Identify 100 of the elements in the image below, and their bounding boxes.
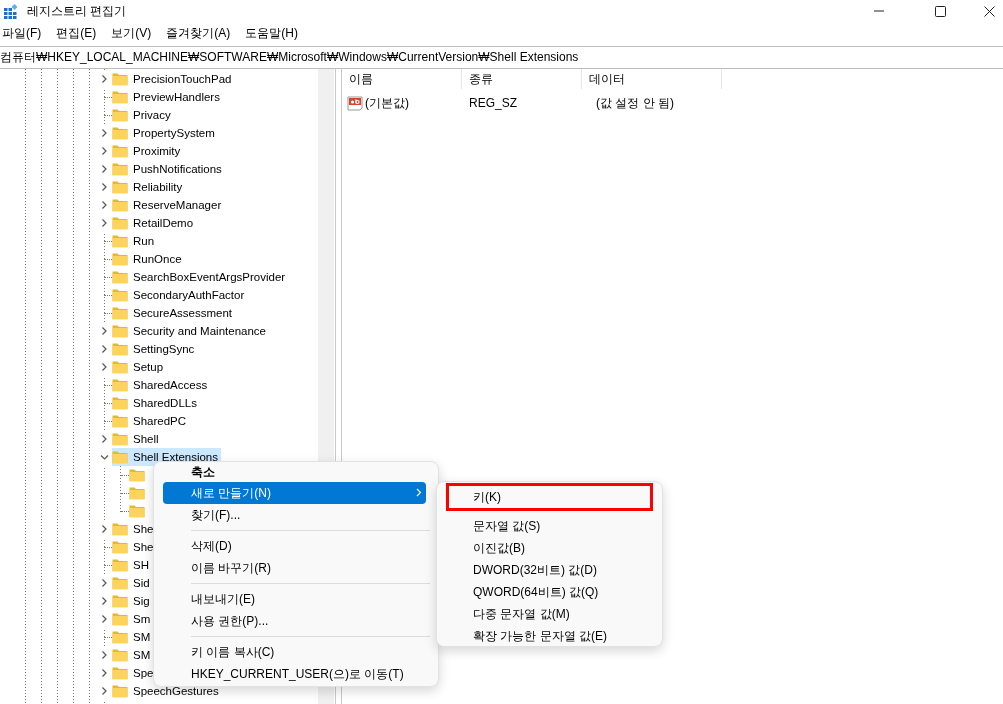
tree-item[interactable]: SecureAssessment <box>112 304 236 322</box>
tree-item[interactable]: Reliability <box>112 178 186 196</box>
folder-icon <box>112 234 128 248</box>
tree-item[interactable]: Setup <box>112 358 167 376</box>
tree-item[interactable]: SharedPC <box>112 412 190 430</box>
folder-icon <box>112 216 128 230</box>
tree-item[interactable]: Run <box>112 232 158 250</box>
menu-item[interactable]: 다중 문자열 값(M) <box>446 603 653 625</box>
tree-item[interactable]: Sig <box>112 592 153 610</box>
menu-item[interactable]: 삭제(D) <box>163 535 426 557</box>
tree-item[interactable]: She <box>112 520 157 538</box>
menu-item[interactable]: DWORD(32비트) 값(D) <box>446 559 653 581</box>
menu-item[interactable]: 이름 바꾸기(R) <box>163 557 426 579</box>
tree-item[interactable]: SearchBoxEventArgsProvider <box>112 268 289 286</box>
tree-item[interactable]: Privacy <box>112 106 174 124</box>
tree-item[interactable]: SM <box>112 628 154 646</box>
value-type: REG_SZ <box>468 96 518 110</box>
folder-icon <box>112 342 128 356</box>
folder-icon <box>112 180 128 194</box>
tree-item[interactable]: PushNotifications <box>112 160 225 178</box>
folder-icon <box>112 288 128 302</box>
folder-icon <box>112 162 128 176</box>
menu-item[interactable]: 키(K) <box>449 486 644 508</box>
menu-item[interactable]: HKEY_CURRENT_USER(으)로 이동(T) <box>163 663 426 685</box>
tree-item[interactable]: ReserveManager <box>112 196 225 214</box>
folder-icon <box>112 432 128 446</box>
tree-item[interactable]: Security and Maintenance <box>112 322 269 340</box>
menu-item[interactable]: 즐겨찾기(A) <box>164 24 237 42</box>
folder-icon <box>112 576 128 590</box>
folder-icon <box>112 558 128 572</box>
menu-item[interactable]: 찾기(F)... <box>163 504 426 526</box>
folder-icon <box>112 360 128 374</box>
close-icon[interactable] <box>984 5 995 17</box>
folder-icon <box>112 666 128 680</box>
tree-item[interactable]: SharedDLLs <box>112 394 200 412</box>
folder-icon <box>112 198 128 212</box>
menu-item[interactable]: 사용 권한(P)... <box>163 610 426 632</box>
column-header[interactable]: 종류 <box>462 69 582 89</box>
menu-item[interactable]: 이진값(B) <box>446 537 653 559</box>
app-icon <box>4 3 18 19</box>
menu-item[interactable]: 키 이름 복사(C) <box>163 641 426 663</box>
window-title: 레지스트리 편집기 <box>27 2 127 20</box>
folder-icon <box>129 468 145 482</box>
menu-item[interactable]: 도움말(H) <box>243 24 304 42</box>
folder-icon <box>112 252 128 266</box>
folder-icon <box>112 306 128 320</box>
folder-icon <box>129 504 145 518</box>
tree-item[interactable]: Spe <box>112 664 157 682</box>
folder-icon <box>112 270 128 284</box>
folder-icon <box>112 648 128 662</box>
tree-item[interactable]: SettingSync <box>112 340 198 358</box>
tree-item[interactable]: PrecisionTouchPad <box>112 70 235 88</box>
tree-item[interactable]: RetailDemo <box>112 214 197 232</box>
tree-item[interactable]: PropertySystem <box>112 124 218 142</box>
folder-icon <box>112 540 128 554</box>
folder-icon <box>112 684 128 698</box>
folder-icon <box>112 72 128 86</box>
column-header[interactable]: 데이터 <box>582 69 722 89</box>
folder-icon <box>112 450 128 464</box>
tree-item[interactable]: PreviewHandlers <box>112 88 223 106</box>
tree-item[interactable]: She <box>112 538 157 556</box>
tree-item[interactable]: Shell <box>112 430 162 448</box>
tree-item[interactable]: Sid <box>112 574 153 592</box>
tree-item[interactable]: SpeechGestures <box>112 682 222 700</box>
folder-icon <box>112 378 128 392</box>
menu-item[interactable]: 문자열 값(S) <box>446 515 653 537</box>
menu-item[interactable]: QWORD(64비트) 값(Q) <box>446 581 653 603</box>
tree-item[interactable]: SM <box>112 646 154 664</box>
tree-item[interactable]: SharedAccess <box>112 376 211 394</box>
column-header[interactable]: 이름 <box>342 69 462 89</box>
menu-item[interactable]: 확장 가능한 문자열 값(E) <box>446 625 653 647</box>
folder-icon <box>112 144 128 158</box>
tree-item[interactable]: Proximity <box>112 142 184 160</box>
menu-item[interactable]: 새로 만들기(N) <box>163 482 426 504</box>
folder-icon <box>112 396 128 410</box>
menu-item[interactable]: 보기(V) <box>109 24 158 42</box>
tree-item[interactable]: SecondaryAuthFactor <box>112 286 248 304</box>
menu-item[interactable]: 내보내기(E) <box>163 588 426 610</box>
maximize-icon[interactable] <box>935 5 946 17</box>
address-field[interactable]: 컴퓨터₩HKEY_LOCAL_MACHINE₩SOFTWARE₩Microsoft₩Windows₩CurrentVersion₩Shell Extensions <box>0 47 1003 68</box>
folder-icon <box>112 108 128 122</box>
tree-item[interactable]: Sm <box>112 610 154 628</box>
folder-icon <box>112 126 128 140</box>
value-name[interactable]: (기본값) <box>365 94 409 112</box>
tree-item[interactable]: RunOnce <box>112 250 185 268</box>
folder-icon <box>129 486 145 500</box>
folder-icon <box>112 522 128 536</box>
string-value-icon <box>347 95 363 111</box>
folder-icon <box>112 90 128 104</box>
folder-icon <box>112 630 128 644</box>
folder-icon <box>112 612 128 626</box>
menu-item[interactable]: 파일(F) <box>0 24 48 42</box>
folder-icon <box>112 324 128 338</box>
value-data: (값 설정 안 됨) <box>595 94 674 112</box>
menu-item[interactable]: 편집(E) <box>54 24 103 42</box>
folder-icon <box>112 594 128 608</box>
chevron-icon[interactable] <box>99 524 109 534</box>
chevron-icon[interactable] <box>99 74 109 84</box>
folder-icon <box>112 414 128 428</box>
tree-item[interactable]: SH <box>112 556 152 574</box>
